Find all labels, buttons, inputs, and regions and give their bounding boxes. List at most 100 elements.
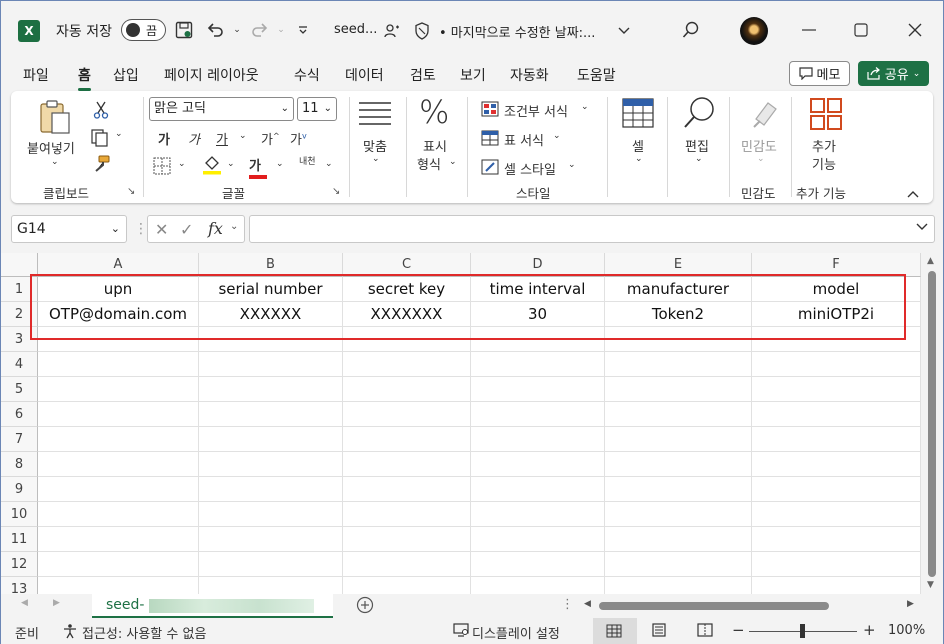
status-dropdown-icon[interactable]: [613, 20, 635, 42]
cell-d3[interactable]: [471, 327, 605, 352]
bold-button[interactable]: 가: [158, 129, 170, 148]
tab-insert[interactable]: 삽입: [113, 65, 139, 85]
phonetic-guide-button[interactable]: 내천: [299, 154, 316, 167]
worksheet-grid[interactable]: A B C D E F 1 upn serial number secret key time in…: [1, 253, 921, 594]
tab-review[interactable]: 검토: [410, 65, 436, 85]
column-header-f[interactable]: F: [752, 253, 921, 277]
cell-a6[interactable]: [38, 402, 199, 427]
display-settings-icon[interactable]: [453, 623, 469, 641]
font-launcher-icon[interactable]: ↘: [332, 186, 340, 197]
cell-a8[interactable]: [38, 452, 199, 477]
tab-help[interactable]: 도움말: [577, 65, 616, 85]
name-box[interactable]: G14 ⌄: [11, 215, 127, 243]
borders-dropdown-icon[interactable]: ⌄: [178, 159, 186, 169]
cell-d10[interactable]: [471, 502, 605, 527]
cell-f11[interactable]: [752, 527, 921, 552]
cancel-entry-icon[interactable]: ✕: [155, 220, 168, 239]
cell-b11[interactable]: [199, 527, 343, 552]
maximize-icon[interactable]: [846, 15, 876, 45]
paste-icon[interactable]: [38, 99, 72, 139]
cell-a12[interactable]: [38, 552, 199, 577]
row-header-5[interactable]: 5: [1, 377, 38, 402]
paste-label[interactable]: 붙여넣기: [27, 138, 75, 157]
accessibility-status[interactable]: 접근성: 사용할 수 없음: [82, 623, 206, 642]
copy-dropdown-icon[interactable]: ⌄: [115, 129, 123, 139]
number-format-label-2[interactable]: 형식: [417, 154, 441, 173]
row-header-3[interactable]: 3: [1, 327, 38, 352]
cell-c9[interactable]: [343, 477, 471, 502]
share-people-icon[interactable]: [381, 20, 403, 42]
grow-font-button[interactable]: 가^: [261, 129, 280, 148]
comments-button[interactable]: 메모: [789, 61, 850, 86]
zoom-in-icon[interactable]: +: [863, 621, 876, 639]
editing-dropdown-icon[interactable]: ⌄: [695, 154, 703, 164]
page-break-preview-icon[interactable]: [697, 623, 713, 641]
cell-d1[interactable]: time interval: [471, 277, 605, 302]
cell-c1[interactable]: secret key: [343, 277, 471, 302]
cell-d6[interactable]: [471, 402, 605, 427]
cell-b10[interactable]: [199, 502, 343, 527]
share-button[interactable]: 공유 ⌄: [858, 61, 929, 86]
cells-label[interactable]: 셀: [632, 136, 644, 155]
close-icon[interactable]: [900, 15, 930, 45]
cell-e13[interactable]: [605, 577, 752, 594]
underline-dropdown-icon[interactable]: ⌄: [239, 131, 247, 141]
fill-color-dropdown-icon[interactable]: ⌄: [227, 159, 235, 169]
number-format-dropdown-icon[interactable]: ⌄: [449, 157, 457, 167]
cell-e10[interactable]: [605, 502, 752, 527]
cell-f5[interactable]: [752, 377, 921, 402]
cell-f2[interactable]: miniOTP2i: [752, 302, 921, 327]
paste-dropdown-icon[interactable]: ⌄: [51, 157, 59, 167]
column-header-d[interactable]: D: [471, 253, 605, 277]
function-dropdown-icon[interactable]: ⌄: [230, 221, 238, 232]
cell-c12[interactable]: [343, 552, 471, 577]
cell-a10[interactable]: [38, 502, 199, 527]
addins-label-1[interactable]: 추가: [812, 136, 836, 155]
addins-label-2[interactable]: 기능: [812, 154, 836, 173]
font-color-dropdown-icon[interactable]: ⌄: [276, 159, 284, 169]
undo-icon[interactable]: [204, 19, 226, 41]
cell-e4[interactable]: [605, 352, 752, 377]
row-header-1[interactable]: 1: [1, 277, 38, 302]
row-header-4[interactable]: 4: [1, 352, 38, 377]
row-header-11[interactable]: 11: [1, 527, 38, 552]
italic-button[interactable]: 가: [188, 129, 200, 148]
cell-a1[interactable]: upn: [38, 277, 199, 302]
tab-page-layout[interactable]: 페이지 레이아웃: [164, 65, 259, 85]
confirm-entry-icon[interactable]: ✓: [180, 220, 193, 239]
cell-c4[interactable]: [343, 352, 471, 377]
cell-d5[interactable]: [471, 377, 605, 402]
cell-f8[interactable]: [752, 452, 921, 477]
cell-c2[interactable]: XXXXXXX: [343, 302, 471, 327]
scroll-up-icon[interactable]: ▲: [927, 256, 934, 266]
cell-a7[interactable]: [38, 427, 199, 452]
cut-icon[interactable]: [93, 101, 109, 123]
tab-data[interactable]: 데이터: [345, 65, 384, 85]
number-format-label-1[interactable]: 표시: [423, 136, 447, 155]
accessibility-icon[interactable]: [62, 623, 78, 643]
add-sheet-icon[interactable]: [356, 596, 374, 618]
cell-e7[interactable]: [605, 427, 752, 452]
cells-icon[interactable]: [622, 98, 654, 132]
zoom-slider-thumb[interactable]: [800, 624, 805, 638]
font-size-select[interactable]: 11 ⌄: [297, 97, 337, 121]
cell-a13[interactable]: [38, 577, 199, 594]
cell-e1[interactable]: manufacturer: [605, 277, 752, 302]
cell-a3[interactable]: [38, 327, 199, 352]
page-layout-view-icon[interactable]: [651, 623, 667, 641]
column-header-a[interactable]: A: [38, 253, 199, 277]
cell-d13[interactable]: [471, 577, 605, 594]
scroll-down-icon[interactable]: ▼: [927, 580, 934, 590]
cell-e5[interactable]: [605, 377, 752, 402]
expand-formula-bar-icon[interactable]: [916, 220, 928, 235]
cell-c3[interactable]: [343, 327, 471, 352]
cell-c7[interactable]: [343, 427, 471, 452]
cell-b9[interactable]: [199, 477, 343, 502]
sheet-bar-grip-icon[interactable]: ⋮: [561, 597, 574, 612]
column-header-e[interactable]: E: [605, 253, 752, 277]
next-sheet-icon[interactable]: ▶: [53, 598, 60, 608]
redo-icon[interactable]: [249, 19, 271, 41]
prev-sheet-icon[interactable]: ◀: [21, 598, 28, 608]
editing-search-icon[interactable]: [682, 96, 716, 134]
cell-f4[interactable]: [752, 352, 921, 377]
